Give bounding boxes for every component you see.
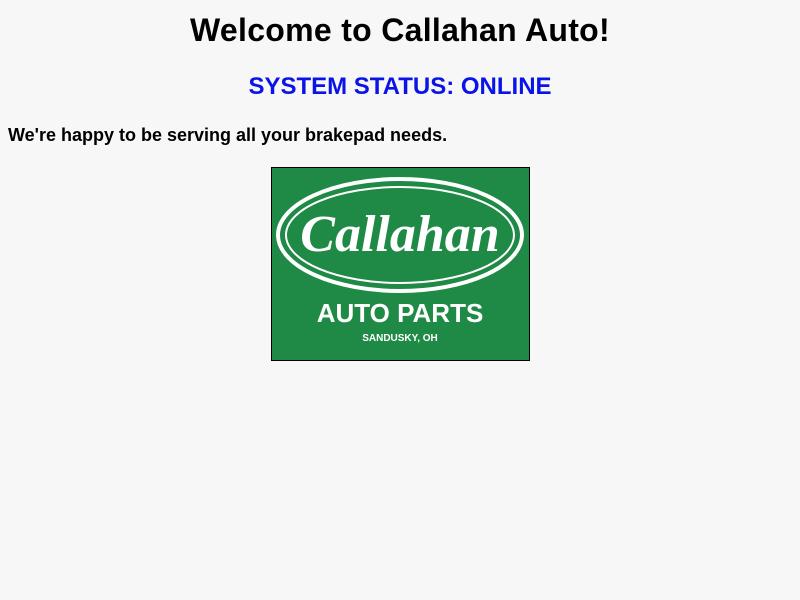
tagline: We're happy to be serving all your brake… [8, 125, 448, 145]
system-status: SYSTEM STATUS: ONLINE [248, 73, 552, 100]
logo-auto-parts-text: AUTO PARTS [317, 298, 484, 328]
page-title: Welcome to Callahan Auto! [190, 12, 610, 48]
logo-location-text: SANDUSKY, OH [362, 333, 438, 344]
logo-brand-text: Callahan [300, 206, 499, 263]
page: Welcome to Callahan Auto! SYSTEM STATUS:… [0, 0, 800, 600]
callahan-logo-image: Callahan AUTO PARTS SANDUSKY, OH [271, 167, 530, 361]
